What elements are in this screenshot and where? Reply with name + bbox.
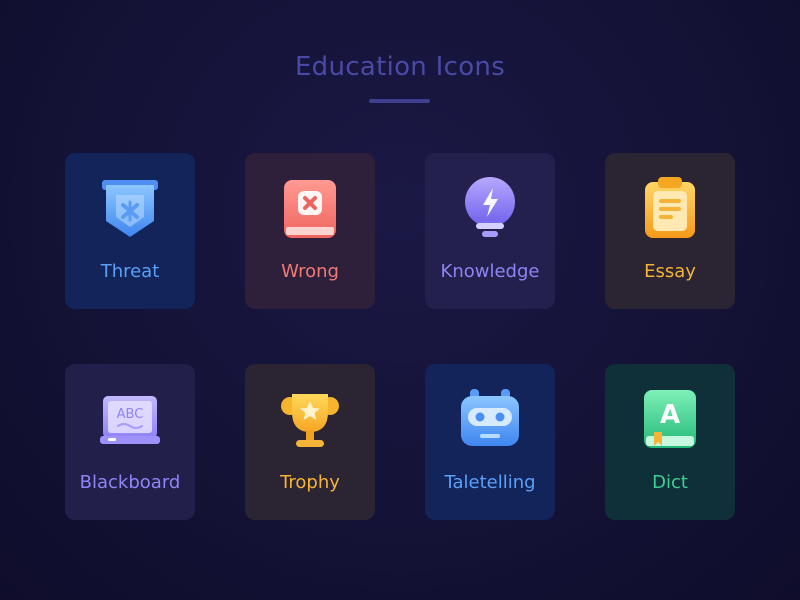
card-label-trophy: Trophy: [280, 472, 340, 493]
icon-card-blackboard[interactable]: ABC Blackboard: [65, 364, 195, 520]
icon-card-knowledge[interactable]: Knowledge: [425, 153, 555, 309]
icon-card-essay[interactable]: Essay: [605, 153, 735, 309]
lightbulb-bolt-icon: [458, 175, 522, 243]
board-text: ABC: [117, 407, 144, 422]
page-title: Education Icons: [294, 52, 506, 82]
trophy-star-icon: [278, 386, 342, 454]
robot-icon: [458, 386, 522, 454]
icon-card-taletelling[interactable]: Taletelling: [425, 364, 555, 520]
shield-badge-icon: [98, 175, 162, 243]
icon-card-trophy[interactable]: Trophy: [245, 364, 375, 520]
icon-card-dict[interactable]: A Dict: [605, 364, 735, 520]
book-x-icon: [278, 175, 342, 243]
clipboard-icon: [638, 175, 702, 243]
abc-board-icon: ABC: [98, 386, 162, 454]
card-label-wrong: Wrong: [281, 261, 339, 282]
icon-card-threat[interactable]: Threat: [65, 153, 195, 309]
card-label-knowledge: Knowledge: [440, 261, 540, 282]
card-label-dict: Dict: [652, 472, 688, 493]
title-underline: [369, 99, 430, 103]
dict-letter: A: [660, 400, 680, 430]
dictionary-book-icon: A: [638, 386, 702, 454]
icon-card-wrong[interactable]: Wrong: [245, 153, 375, 309]
card-label-blackboard: Blackboard: [79, 472, 181, 493]
card-label-taletelling: Taletelling: [444, 472, 536, 493]
card-label-essay: Essay: [644, 261, 696, 282]
card-label-threat: Threat: [100, 261, 160, 282]
